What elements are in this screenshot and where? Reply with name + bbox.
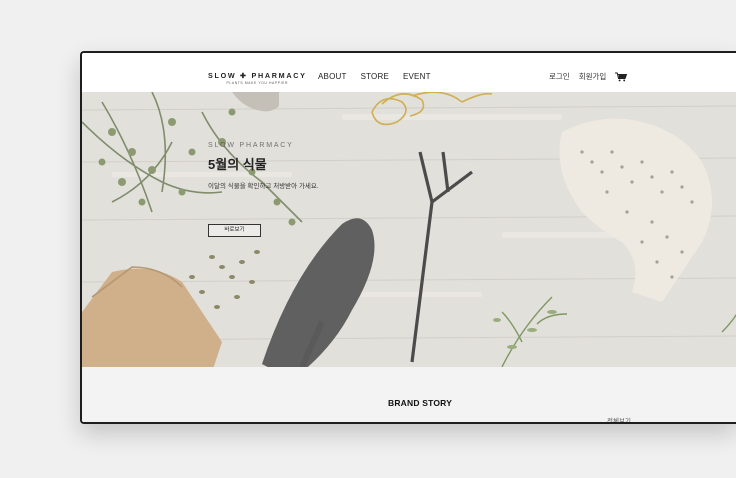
signup-link[interactable]: 회원가입 bbox=[579, 71, 607, 82]
hero-title: 5월의 식물 bbox=[208, 157, 267, 172]
device-frame: SLOW ✚ PHARMACY PLANTS MAKE YOU HAPPIER … bbox=[80, 51, 736, 424]
nav-item-event[interactable]: EVENT bbox=[403, 72, 431, 81]
see-all-link[interactable]: 전체보기 bbox=[607, 415, 631, 422]
hero-description: 이달의 식물을 확인하고 처방받아 가세요. bbox=[208, 183, 319, 190]
site-logo[interactable]: SLOW ✚ PHARMACY PLANTS MAKE YOU HAPPIER bbox=[208, 71, 307, 85]
brand-story-title: BRAND STORY bbox=[388, 398, 453, 408]
hero-image bbox=[82, 92, 736, 367]
nav-item-store[interactable]: STORE bbox=[361, 72, 389, 81]
cart-icon[interactable] bbox=[615, 71, 628, 82]
login-link[interactable]: 로그인 bbox=[549, 71, 570, 82]
nav-item-about[interactable]: ABOUT bbox=[318, 72, 347, 81]
main-nav: ABOUT STORE EVENT bbox=[318, 72, 431, 81]
user-links: 로그인 회원가입 bbox=[549, 71, 628, 82]
logo-tagline: PLANTS MAKE YOU HAPPIER bbox=[226, 81, 289, 85]
hero-view-button[interactable]: 바로보기 bbox=[208, 224, 261, 237]
hero-text: SLOW PHARMACY 5월의 식물 이달의 식물을 확인하고 처방받아 가… bbox=[208, 142, 319, 190]
hero-banner: SLOW PHARMACY 5월의 식물 이달의 식물을 확인하고 처방받아 가… bbox=[82, 92, 736, 367]
logo-wordmark: SLOW ✚ PHARMACY bbox=[208, 71, 307, 80]
brand-story-section: BRAND STORY 전체보기 bbox=[82, 367, 736, 422]
site-header: SLOW ✚ PHARMACY PLANTS MAKE YOU HAPPIER … bbox=[82, 53, 736, 92]
hero-eyebrow: SLOW PHARMACY bbox=[208, 142, 294, 149]
